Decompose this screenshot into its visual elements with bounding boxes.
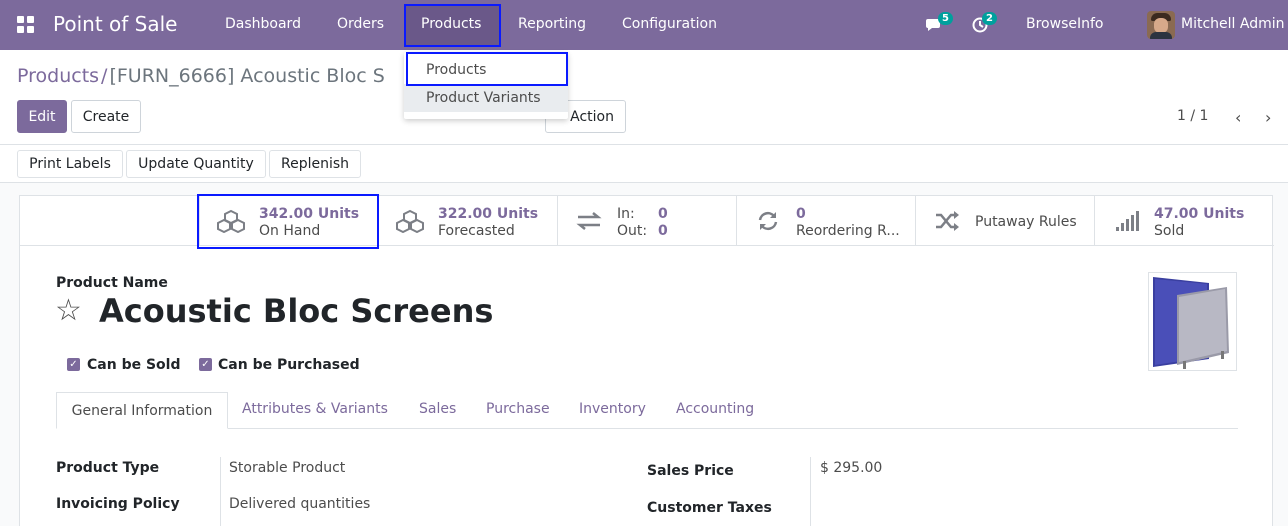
create-button[interactable]: Create (71, 100, 141, 133)
can-be-sold-checkbox[interactable]: ✓ (67, 358, 80, 371)
sold-label: Sold (1154, 223, 1185, 239)
menu-orders[interactable]: Orders (337, 16, 384, 32)
dropdown-item-product-variants[interactable]: Product Variants (404, 84, 568, 112)
user-avatar[interactable] (1147, 11, 1175, 39)
tab-general-information[interactable]: General Information (56, 392, 228, 429)
favorite-star-icon[interactable]: ☆ (55, 295, 82, 327)
update-quantity-button[interactable]: Update Quantity (126, 150, 266, 178)
menu-products[interactable]: Products (421, 16, 481, 32)
on-hand-highlight (197, 194, 379, 249)
out-label: Out: (617, 223, 648, 239)
activity-badge: 2 (982, 12, 997, 25)
in-value: 0 (658, 206, 668, 222)
tab-attributes-variants[interactable]: Attributes & Variants (242, 401, 388, 417)
putaway-rules-label: Putaway Rules (975, 214, 1077, 230)
replenish-button[interactable]: Replenish (269, 150, 361, 178)
menu-reporting[interactable]: Reporting (518, 16, 586, 32)
reordering-value: 0 (796, 206, 806, 222)
form-statusbar: Print Labels Update Quantity Replenish (0, 145, 1288, 183)
out-value: 0 (658, 223, 668, 239)
user-menu[interactable]: Mitchell Admin (1181, 16, 1285, 32)
field-divider (810, 457, 811, 526)
product-type-field[interactable]: Storable Product (229, 460, 345, 476)
reordering-label: Reordering R... (796, 223, 900, 239)
forecasted-value: 322.00 Units (438, 206, 539, 222)
tab-purchase[interactable]: Purchase (486, 401, 550, 417)
apps-menu-icon[interactable] (17, 16, 35, 34)
random-icon (933, 209, 961, 233)
sold-smart-button[interactable]: 47.00 Units Sold (1094, 196, 1274, 246)
product-name-label: Product Name (56, 275, 168, 291)
putaway-rules-smart-button[interactable]: Putaway Rules (915, 196, 1094, 246)
pager-prev-icon[interactable]: ‹ (1235, 108, 1241, 127)
in-out-smart-button[interactable]: In: 0 Out: 0 (557, 196, 736, 246)
print-labels-button[interactable]: Print Labels (17, 150, 123, 178)
pager-value[interactable]: 1 / 1 (1177, 108, 1208, 124)
exchange-icon (575, 209, 603, 233)
chat-badge: 5 (938, 12, 953, 25)
app-brand[interactable]: Point of Sale (53, 12, 177, 36)
can-be-purchased-checkbox[interactable]: ✓ (199, 358, 212, 371)
edit-button[interactable]: Edit (17, 100, 67, 133)
menu-dashboard[interactable]: Dashboard (225, 16, 301, 32)
in-label: In: (617, 206, 635, 222)
breadcrumb-current: [FURN_6666] Acoustic Bloc S (109, 65, 385, 87)
product-name-field[interactable]: Acoustic Bloc Screens (99, 292, 493, 330)
product-image[interactable] (1148, 272, 1237, 371)
can-be-sold-label: Can be Sold (87, 357, 181, 373)
reordering-rules-smart-button[interactable]: 0 Reordering R... (736, 196, 915, 246)
cubes-icon (396, 209, 424, 234)
top-navbar: Point of Sale Dashboard Orders Products … (0, 0, 1288, 50)
tab-accounting[interactable]: Accounting (676, 401, 754, 417)
dropdown-products-highlight (406, 52, 568, 86)
sales-price-label: Sales Price (647, 463, 734, 479)
tab-inventory[interactable]: Inventory (579, 401, 646, 417)
invoicing-policy-label: Invoicing Policy (56, 496, 180, 512)
forecasted-label: Forecasted (438, 223, 515, 239)
control-panel: Products / [FURN_6666] Acoustic Bloc S Edi… (0, 50, 1288, 145)
forecasted-smart-button[interactable]: 322.00 Units Forecasted (378, 196, 557, 246)
can-be-purchased-label: Can be Purchased (218, 357, 360, 373)
customer-taxes-label: Customer Taxes (647, 500, 772, 516)
invoicing-policy-field[interactable]: Delivered quantities (229, 496, 370, 512)
company-switcher[interactable]: BrowseInfo (1026, 16, 1103, 32)
pager-next-icon[interactable]: › (1265, 108, 1271, 127)
field-divider (220, 457, 221, 526)
sales-price-field[interactable]: $ 295.00 (820, 460, 882, 476)
signal-icon (1112, 209, 1140, 233)
refresh-icon (754, 209, 782, 233)
sold-value: 47.00 Units (1154, 206, 1245, 222)
breadcrumb-separator: / (101, 65, 108, 87)
breadcrumb: Products / [FURN_6666] Acoustic Bloc S (17, 65, 385, 87)
breadcrumb-products-link[interactable]: Products (17, 65, 99, 87)
product-type-label: Product Type (56, 460, 160, 476)
tab-sales[interactable]: Sales (419, 401, 456, 417)
menu-configuration[interactable]: Configuration (622, 16, 717, 32)
tabs-divider (56, 428, 1238, 429)
